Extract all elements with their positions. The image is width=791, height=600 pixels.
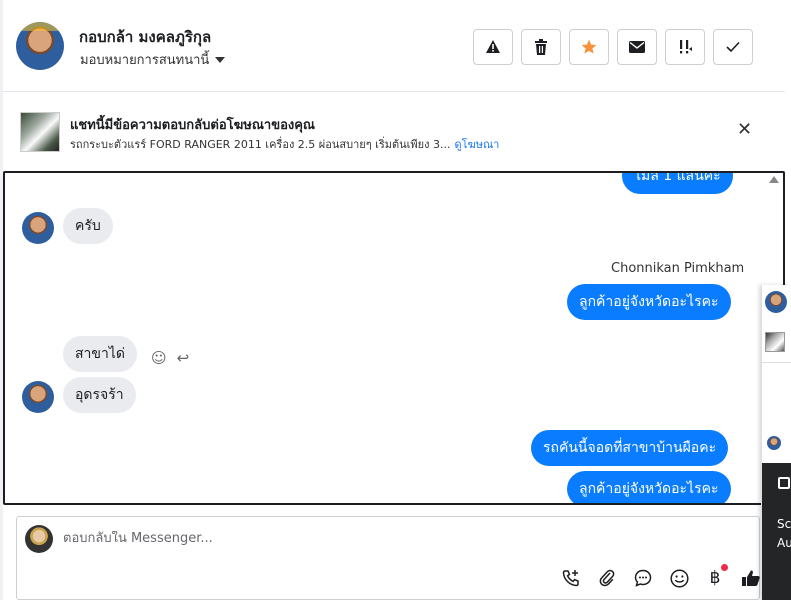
caret-down-icon [215,56,226,63]
scroll-up-arrow-icon[interactable] [769,176,779,183]
delete-button[interactable] [521,29,561,65]
message-bubble-incoming[interactable]: สาขาได่ [63,336,137,372]
call-icon[interactable] [560,567,582,589]
divider [762,362,791,363]
baht-icon: ฿ [709,568,721,588]
message-bubble-outgoing[interactable]: ลูกค้าอยู่จังหวัดอะไรคะ [567,284,731,320]
message-bubble-incoming[interactable]: ครับ [63,208,113,244]
star-icon [581,39,597,54]
saved-reply-icon[interactable] [632,567,654,589]
banner-title: แชทนี้มีข้อความตอบกลับต่อโฆษณาของคุณ [70,118,315,133]
conversation-header: กอบกล้า มงคลภูริกุล มอบหมายการสนทนานี้ [3,0,785,92]
header-actions [473,29,753,65]
contact-avatar[interactable] [16,22,64,70]
attach-icon[interactable] [596,567,618,589]
reply-composer: ฿ [16,516,760,600]
mark-unread-button[interactable] [617,29,657,65]
like-icon[interactable] [740,567,762,589]
emoji-icon[interactable] [668,567,690,589]
side-text-line-1: Sc [777,517,791,531]
assign-label: มอบหมายการสนทนานี้ [80,53,210,68]
trash-icon [535,39,547,55]
assign-conversation-dropdown[interactable]: มอบหมายการสนทนานี้ [80,49,226,70]
view-ad-link[interactable]: ดูโฆษณา [455,138,500,151]
warning-icon [486,40,500,53]
follow-up-button[interactable] [665,29,705,65]
ad-thumbnail[interactable] [20,112,60,152]
mark-done-button[interactable] [713,29,753,65]
chat-head-avatar-small [767,436,781,450]
ad-reference-banner: แชทนี้มีข้อความตอบกลับต่อโฆษณาของคุณ รถก… [3,93,785,163]
close-banner-icon[interactable]: ✕ [737,119,752,140]
side-dark-panel: Sc Au [762,463,791,600]
message-thread[interactable]: ไมล์ 1 แสนค่ะ ครับ Chonnikan Pimkham ลูก… [3,171,785,505]
calendar-icon [778,477,790,489]
envelope-icon [629,41,645,53]
follow-up-icon [680,40,692,54]
ad-description: รถกระบะตัวแรร์ FORD RANGER 2011 เครื่อง … [70,138,451,151]
message-actions: ☺ ↩ [151,349,189,367]
notification-dot [721,564,728,571]
contact-name[interactable]: กอบกล้า มงคลภูริกุล [79,25,211,49]
side-ad-thumbnail [765,332,785,352]
message-bubble-outgoing[interactable]: รถคันนี้จอดที่สาขาบ้านผือคะ [531,430,729,466]
check-icon [726,41,740,53]
side-text-line-2: Au [777,536,791,550]
reply-input[interactable] [63,531,563,546]
side-chat-panel: Sc Au [761,285,791,600]
sender-name: Chonnikan Pimkham [611,261,745,276]
page-avatar [25,525,53,553]
report-spam-button[interactable] [473,29,513,65]
star-button[interactable] [569,29,609,65]
banner-subtitle: รถกระบะตัวแรร์ FORD RANGER 2011 เครื่อง … [70,135,499,153]
message-bubble-outgoing[interactable]: ลูกค้าอยู่จังหวัดอะไรคะ [567,471,731,503]
reply-icon[interactable]: ↩ [177,349,190,367]
message-bubble-outgoing[interactable]: ไมล์ 1 แสนค่ะ [622,173,733,194]
payment-icon[interactable]: ฿ [704,564,728,589]
composer-tools: ฿ [560,564,762,589]
contact-avatar-small [22,212,54,244]
react-icon[interactable]: ☺ [151,349,167,367]
contact-avatar-small [22,381,54,413]
message-bubble-incoming[interactable]: อุดรจร้า [63,377,136,413]
chat-head-avatar[interactable] [765,291,787,313]
